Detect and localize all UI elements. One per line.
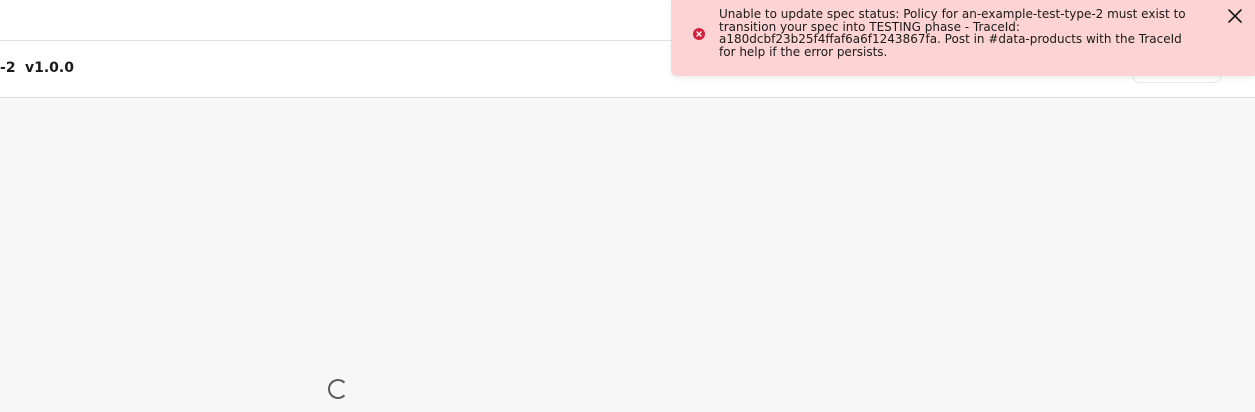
close-icon[interactable] [1227,8,1243,24]
loading-spinner-icon [328,379,348,399]
toast-message: Unable to update spec status: Policy for… [719,7,1186,59]
error-toast: Unable to update spec status: Policy for… [671,0,1255,76]
spec-version: v1.0.0 [25,60,74,76]
error-circle-icon [693,28,705,40]
spec-name: -2 [0,60,16,76]
